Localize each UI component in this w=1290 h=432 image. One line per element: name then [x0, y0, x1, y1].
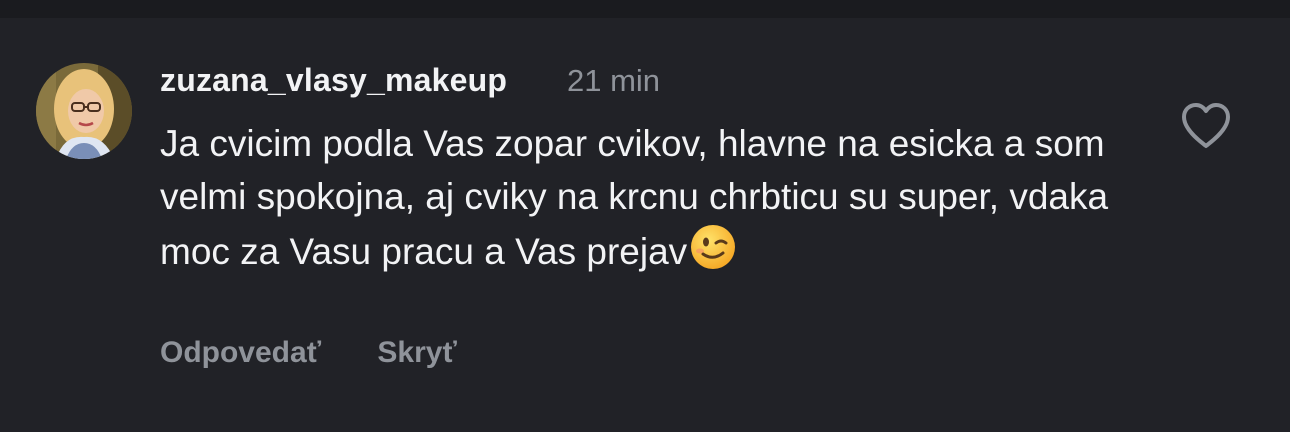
avatar-photo [36, 63, 132, 159]
comment-actions: Odpovedať Skryť [160, 336, 457, 370]
winking-face-icon [691, 225, 736, 269]
comment-item: zuzana_vlasy_makeup 21 min Ja cvicim pod… [0, 18, 1290, 432]
comment-text: Ja cvicim podla Vas zopar cvikov, hlavne… [160, 118, 1120, 279]
comment-body: Ja cvicim podla Vas zopar cvikov, hlavne… [160, 123, 1109, 272]
reply-button[interactable]: Odpovedať [160, 336, 321, 370]
like-button[interactable] [1180, 102, 1232, 150]
comment-timestamp: 21 min [567, 63, 661, 98]
avatar[interactable] [36, 63, 132, 159]
header-strip [0, 0, 1290, 18]
comment-username[interactable]: zuzana_vlasy_makeup [160, 62, 507, 99]
hide-button[interactable]: Skryť [377, 336, 456, 370]
heart-outline-icon [1182, 103, 1230, 148]
